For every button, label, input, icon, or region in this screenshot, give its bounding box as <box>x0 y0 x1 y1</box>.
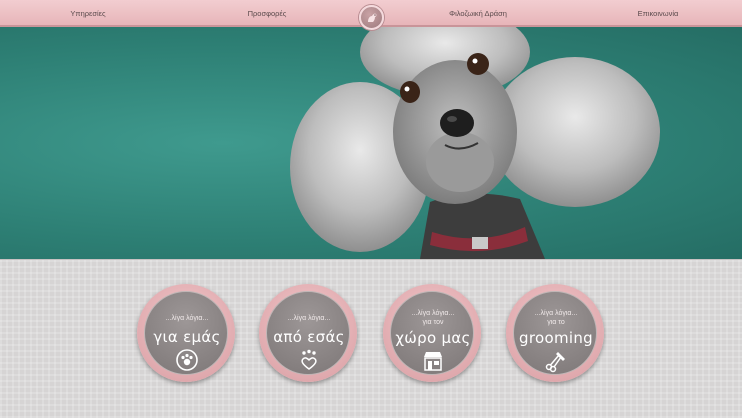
grooming-badge[interactable]: ...λίγα λόγια... για το grooming <box>506 284 604 382</box>
badge-subtitle: ...λίγα λόγια... <box>287 315 331 322</box>
paw-heart-icon <box>301 349 317 370</box>
nav-item-animal-welfare[interactable]: Φιλοζωική Δράση <box>449 0 507 27</box>
site-logo[interactable] <box>359 5 384 30</box>
nav-item-offers[interactable]: Προσφορές <box>248 0 287 27</box>
badge-inner: ...λίγα λόγια... για εμάς <box>144 291 228 375</box>
testimonials-badge[interactable]: ...λίγα λόγια... από εσάς <box>259 284 357 382</box>
nav-item-contact[interactable]: Επικοινωνία <box>638 0 679 27</box>
badge-inner: ...λίγα λόγια... από εσάς <box>266 291 350 375</box>
badge-subtitle-line2: για το <box>547 319 565 326</box>
badge-subtitle: ...λίγα λόγια... <box>165 315 209 322</box>
dog-logo-icon <box>367 13 376 22</box>
hero-banner <box>0 27 742 259</box>
badge-inner: ...λίγα λόγια... για το grooming <box>513 291 597 375</box>
paw-circle-icon <box>176 349 198 371</box>
about-section <box>0 259 742 418</box>
badge-title: από εσάς <box>273 328 345 346</box>
nav-item-services[interactable]: Υπηρεσίες <box>70 0 105 27</box>
badge-title: χώρο μας <box>395 329 471 347</box>
badge-subtitle-line2: για τον <box>422 319 444 326</box>
badge-subtitle: ...λίγα λόγια... <box>411 310 455 317</box>
our-space-badge[interactable]: ...λίγα λόγια... για τον χώρο μας <box>383 284 481 382</box>
shop-icon <box>424 352 442 371</box>
about-us-badge[interactable]: ...λίγα λόγια... για εμάς <box>137 284 235 382</box>
poodle-photo <box>290 27 660 259</box>
badge-subtitle: ...λίγα λόγια... <box>534 310 578 317</box>
badge-title: grooming <box>519 329 593 347</box>
scissors-comb-icon <box>545 352 565 373</box>
badge-title: για εμάς <box>153 328 221 346</box>
badge-inner: ...λίγα λόγια... για τον χώρο μας <box>390 291 474 375</box>
